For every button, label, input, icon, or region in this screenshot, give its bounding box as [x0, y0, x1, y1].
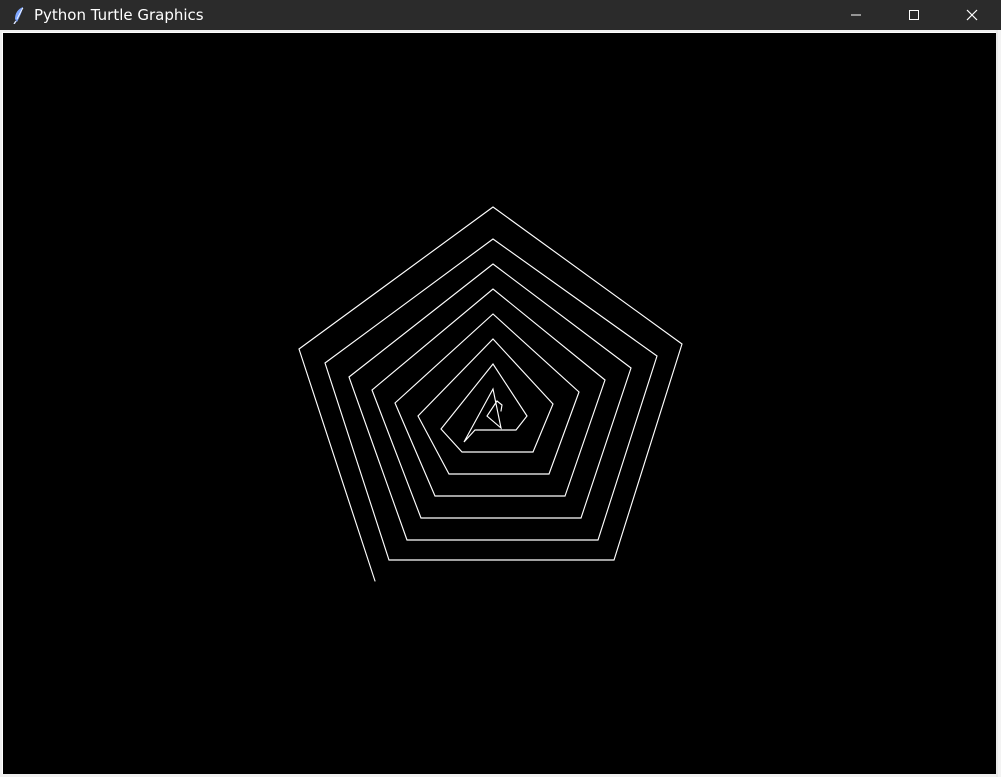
close-icon	[966, 9, 978, 21]
maximize-icon	[909, 10, 919, 20]
maximize-button[interactable]	[885, 0, 943, 30]
canvas-frame	[0, 30, 1001, 777]
title-bar[interactable]: Python Turtle Graphics	[0, 0, 1001, 30]
feather-icon	[12, 7, 26, 24]
close-button[interactable]	[943, 0, 1001, 30]
turtle-window: Python Turtle Graphics	[0, 0, 1001, 777]
turtle-canvas[interactable]	[3, 33, 996, 774]
window-controls	[827, 0, 1001, 30]
minimize-icon	[851, 14, 861, 16]
minimize-button[interactable]	[827, 0, 885, 30]
window-title: Python Turtle Graphics	[34, 5, 204, 24]
right-scroll-edge[interactable]	[996, 30, 1001, 777]
